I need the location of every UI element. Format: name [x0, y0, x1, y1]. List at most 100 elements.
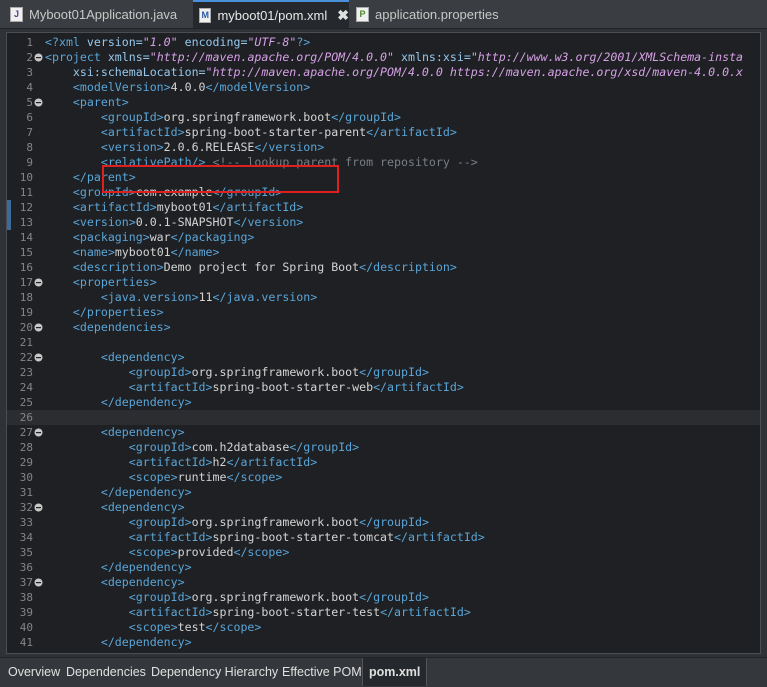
- tab-overview[interactable]: Overview: [8, 658, 60, 686]
- code-token: 4.0.0: [170, 80, 206, 94]
- code-line[interactable]: 35 <scope>provided</scope>: [7, 545, 760, 560]
- code-token: </packaging>: [170, 230, 255, 244]
- code-line[interactable]: 7 <artifactId>spring-boot-starter-parent…: [7, 125, 760, 140]
- tab-myboot01application-java[interactable]: J Myboot01Application.java: [6, 2, 195, 26]
- code-token: test: [177, 620, 206, 634]
- line-number: 35: [19, 546, 33, 559]
- code-text: </dependency>: [45, 635, 192, 650]
- code-token: spring-boot-starter-test: [212, 605, 381, 619]
- code-token: <properties>: [45, 275, 157, 289]
- code-line[interactable]: 32 <dependency>: [7, 500, 760, 515]
- code-token: spring-boot-starter-tomcat: [212, 530, 395, 544]
- line-number: 36: [19, 561, 33, 574]
- line-number: 29: [19, 456, 33, 469]
- tab-dependency-hierarchy[interactable]: Dependency Hierarchy: [151, 658, 278, 686]
- code-line[interactable]: 36 </dependency>: [7, 560, 760, 575]
- code-line[interactable]: 33 <groupId>org.springframework.boot</gr…: [7, 515, 760, 530]
- tab-effective-pom[interactable]: Effective POM: [282, 658, 362, 686]
- code-text: <scope>runtime</scope>: [45, 470, 283, 485]
- code-line[interactable]: 31 </dependency>: [7, 485, 760, 500]
- code-line[interactable]: 22 <dependency>: [7, 350, 760, 365]
- code-token: <scope>: [45, 545, 178, 559]
- xml-source-editor[interactable]: 1 <?xml version="1.0" encoding="UTF-8"?> 2…: [6, 32, 761, 654]
- tab-label: Myboot01Application.java: [29, 6, 178, 22]
- fold-collapse-icon[interactable]: [34, 278, 43, 287]
- line-number: 1: [26, 36, 33, 49]
- code-text: <project xmlns="http://maven.apache.org/…: [45, 50, 743, 65]
- code-token: <name>: [45, 245, 115, 259]
- code-token: encoding=: [177, 35, 248, 49]
- code-line[interactable]: 38 <groupId>org.springframework.boot</gr…: [7, 590, 760, 605]
- code-line[interactable]: 12 <artifactId>myboot01</artifactId>: [7, 200, 760, 215]
- code-line[interactable]: 15 <name>myboot01</name>: [7, 245, 760, 260]
- tab-pom-xml-source[interactable]: pom.xml: [362, 658, 428, 686]
- code-token: myboot01: [156, 200, 213, 214]
- code-line[interactable]: 16 <description>Demo project for Spring …: [7, 260, 760, 275]
- fold-collapse-icon[interactable]: [34, 578, 43, 587]
- code-line[interactable]: 40 <scope>test</scope>: [7, 620, 760, 635]
- tab-pom-xml[interactable]: M myboot01/pom.xml ✖: [193, 0, 349, 28]
- fold-collapse-icon[interactable]: [34, 98, 43, 107]
- code-token: xmlns:xsi=: [394, 50, 471, 64]
- code-line[interactable]: 20 <dependencies>: [7, 320, 760, 335]
- code-line[interactable]: 14 <packaging>war</packaging>: [7, 230, 760, 245]
- line-number: 19: [19, 306, 33, 319]
- code-line[interactable]: 37 <dependency>: [7, 575, 760, 590]
- code-token: </version>: [254, 140, 325, 154]
- code-token: com.h2database: [191, 440, 290, 454]
- code-line[interactable]: 13 <version>0.0.1-SNAPSHOT</version>: [7, 215, 760, 230]
- code-token: h2: [212, 455, 227, 469]
- code-token: </artifactId>: [394, 530, 485, 544]
- code-line[interactable]: 24 <artifactId>spring-boot-starter-web</…: [7, 380, 760, 395]
- code-line[interactable]: 19 </properties>: [7, 305, 760, 320]
- code-token: </groupId>: [359, 365, 429, 379]
- close-icon[interactable]: ✖: [337, 7, 349, 24]
- code-line[interactable]: 27 <dependency>: [7, 425, 760, 440]
- line-number: 38: [19, 591, 33, 604]
- tab-dependencies[interactable]: Dependencies: [66, 658, 146, 686]
- code-line[interactable]: 41 </dependency>: [7, 635, 760, 650]
- line-number: 7: [26, 126, 33, 139]
- code-token: org.springframework.boot: [191, 590, 360, 604]
- line-number: 11: [19, 186, 33, 199]
- code-token: "http://www.w3.org/2001/XMLSchema-insta: [470, 50, 744, 64]
- code-line[interactable]: 23 <groupId>org.springframework.boot</gr…: [7, 365, 760, 380]
- code-line[interactable]: 25 </dependency>: [7, 395, 760, 410]
- code-line[interactable]: 26: [7, 410, 760, 425]
- code-token: <dependency>: [45, 500, 185, 514]
- code-token: 0.0.1-SNAPSHOT: [135, 215, 234, 229]
- code-token: <scope>: [45, 470, 178, 484]
- code-line[interactable]: 8 <version>2.0.6.RELEASE</version>: [7, 140, 760, 155]
- code-token: </artifactId>: [212, 200, 304, 214]
- editor-tab-bar: J Myboot01Application.java M myboot01/po…: [0, 0, 767, 29]
- code-line[interactable]: 5 <parent>: [7, 95, 760, 110]
- code-token: </properties>: [45, 305, 164, 319]
- code-line[interactable]: 29 <artifactId>h2</artifactId>: [7, 455, 760, 470]
- fold-collapse-icon[interactable]: [34, 353, 43, 362]
- code-text: </dependency>: [45, 560, 192, 575]
- code-line[interactable]: 39 <artifactId>spring-boot-starter-test<…: [7, 605, 760, 620]
- code-line[interactable]: 18 <java.version>11</java.version>: [7, 290, 760, 305]
- code-token: <artifactId>: [45, 530, 213, 544]
- fold-collapse-icon[interactable]: [34, 323, 43, 332]
- code-token: xmlns=: [107, 50, 150, 64]
- code-line[interactable]: 21: [7, 335, 760, 350]
- code-line[interactable]: 3 xsi:schemaLocation="http://maven.apach…: [7, 65, 760, 80]
- code-token: "http://maven.apache.org/POM/4.0.0": [149, 50, 395, 64]
- code-line[interactable]: 2 <project xmlns="http://maven.apache.org…: [7, 50, 760, 65]
- code-text: <artifactId>spring-boot-starter-test</ar…: [45, 605, 471, 620]
- code-line[interactable]: 4 <modelVersion>4.0.0</modelVersion>: [7, 80, 760, 95]
- code-text: <artifactId>spring-boot-starter-tomcat</…: [45, 530, 485, 545]
- fold-collapse-icon[interactable]: [34, 428, 43, 437]
- code-text: <dependencies>: [45, 320, 171, 335]
- code-line[interactable]: 34 <artifactId>spring-boot-starter-tomca…: [7, 530, 760, 545]
- code-line[interactable]: 1 <?xml version="1.0" encoding="UTF-8"?>: [7, 35, 760, 50]
- code-line[interactable]: 30 <scope>runtime</scope>: [7, 470, 760, 485]
- tab-application-properties[interactable]: P application.properties: [352, 2, 526, 26]
- fold-collapse-icon[interactable]: [34, 503, 43, 512]
- code-line[interactable]: 17 <properties>: [7, 275, 760, 290]
- code-line[interactable]: 6 <groupId>org.springframework.boot</gro…: [7, 110, 760, 125]
- code-line[interactable]: 28 <groupId>com.h2database</groupId>: [7, 440, 760, 455]
- code-text: <version>2.0.6.RELEASE</version>: [45, 140, 324, 155]
- fold-collapse-icon[interactable]: [34, 53, 43, 62]
